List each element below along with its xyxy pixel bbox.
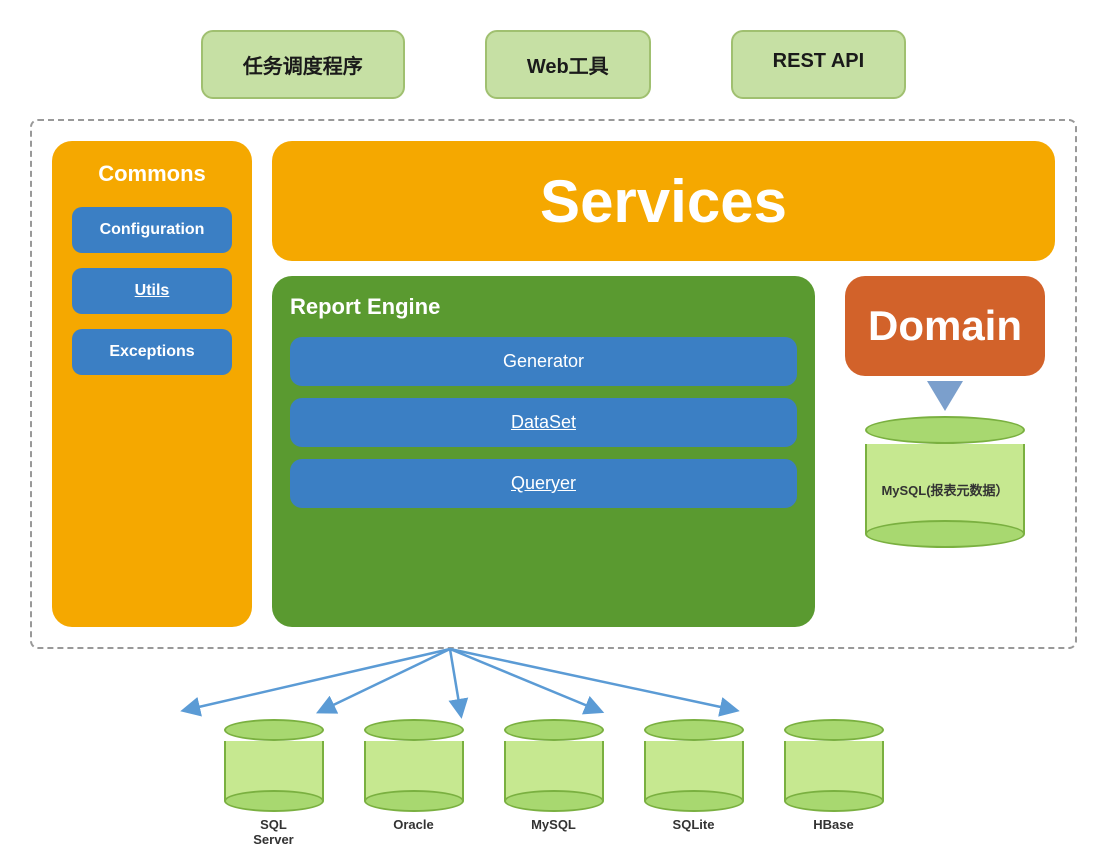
hbase-cylinder: HBase	[779, 719, 889, 847]
generator-label: Generator	[503, 351, 584, 371]
lower-section: Report Engine Generator DataSet Queryer …	[272, 276, 1055, 627]
exceptions-label: Exceptions	[109, 343, 194, 360]
exceptions-item: Exceptions	[72, 329, 232, 375]
bottom-section: SQLServer Oracle MySQL SQLite HB	[0, 709, 1107, 847]
right-content: Services Report Engine Generator DataSet…	[272, 141, 1055, 627]
generator-item: Generator	[290, 337, 797, 386]
line-mysql	[450, 649, 460, 709]
sql-server-cyl-top	[224, 719, 324, 741]
report-engine-title: Report Engine	[290, 294, 797, 320]
commons-title: Commons	[98, 161, 206, 187]
services-title: Services	[540, 167, 787, 236]
dataset-label: DataSet	[511, 412, 576, 432]
mysql-bottom-cylinder: MySQL	[499, 719, 609, 847]
sqlite-cylinder: SQLite	[639, 719, 749, 847]
task-scheduler-label: 任务调度程序	[243, 56, 363, 78]
rest-api-label: REST API	[773, 50, 865, 72]
mysql-cyl-bottom	[865, 520, 1025, 548]
oracle-cyl-bottom	[364, 790, 464, 812]
sql-server-label: SQLServer	[253, 817, 293, 847]
web-tools-label: Web工具	[527, 56, 609, 78]
domain-title: Domain	[868, 302, 1022, 350]
report-engine-box: Report Engine Generator DataSet Queryer	[272, 276, 815, 627]
hbase-label: HBase	[813, 817, 853, 832]
mysql-label: MySQL(报表元数据）	[881, 480, 1008, 499]
sqlite-cyl-bottom	[644, 790, 744, 812]
queryer-item: Queryer	[290, 459, 797, 508]
mysql-cyl-top	[865, 416, 1025, 444]
dataset-item: DataSet	[290, 398, 797, 447]
line-oracle	[325, 649, 450, 709]
commons-column: Commons Configuration Utils Exceptions	[52, 141, 252, 627]
sqlite-cyl-top	[644, 719, 744, 741]
domain-box: Domain	[845, 276, 1045, 376]
line-sql-server	[190, 649, 450, 709]
services-box: Services	[272, 141, 1055, 261]
top-bar: 任务调度程序 Web工具 REST API	[0, 0, 1107, 119]
sql-server-cyl-bottom	[224, 790, 324, 812]
rest-api-box: REST API	[731, 30, 907, 99]
sqlite-label: SQLite	[673, 817, 715, 832]
utils-item: Utils	[72, 268, 232, 314]
sql-server-cylinder: SQLServer	[219, 719, 329, 847]
line-hbase	[450, 649, 730, 709]
oracle-cyl-top	[364, 719, 464, 741]
connectors-area	[30, 649, 1077, 709]
oracle-cylinder: Oracle	[359, 719, 469, 847]
mysql-bottom-cyl-top	[504, 719, 604, 741]
mysql-bottom-cyl-bottom	[504, 790, 604, 812]
mysql-bottom-label: MySQL	[531, 817, 576, 832]
main-container: Commons Configuration Utils Exceptions S…	[30, 119, 1077, 649]
utils-label: Utils	[135, 282, 170, 299]
configuration-label: Configuration	[100, 221, 205, 238]
hbase-cyl-bottom	[784, 790, 884, 812]
oracle-label: Oracle	[393, 817, 433, 832]
configuration-item: Configuration	[72, 207, 232, 253]
domain-section: Domain MySQL(报表元数据）	[835, 276, 1055, 627]
web-tools-box: Web工具	[485, 30, 651, 99]
hbase-cyl-top	[784, 719, 884, 741]
mysql-cylinder: MySQL(报表元数据）	[865, 416, 1025, 548]
queryer-label: Queryer	[511, 473, 576, 493]
line-sqlite	[450, 649, 595, 709]
task-scheduler-box: 任务调度程序	[201, 30, 405, 99]
domain-arrow	[927, 381, 963, 411]
connector-lines	[30, 649, 1077, 709]
